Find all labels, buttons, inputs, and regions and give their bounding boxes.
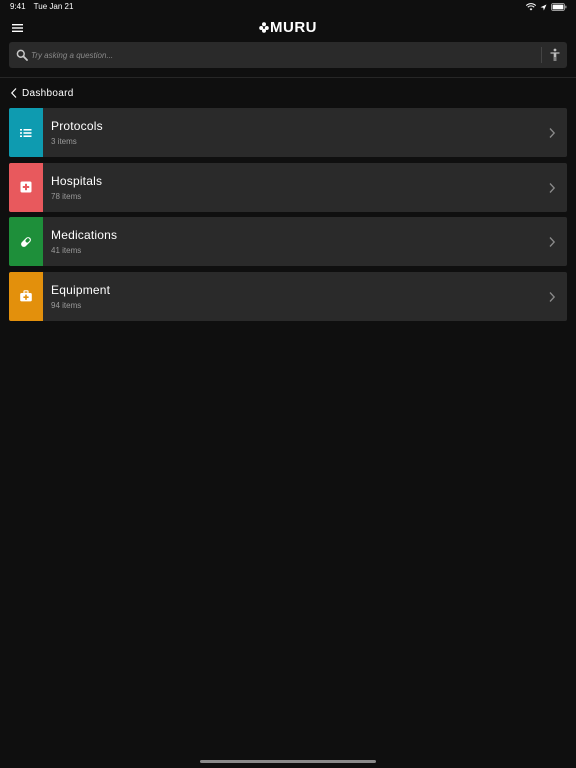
body-map-button[interactable] xyxy=(548,48,562,62)
category-title: Hospitals xyxy=(51,173,103,188)
pill-icon xyxy=(21,236,31,247)
search-icon xyxy=(16,49,28,61)
category-item-medications[interactable]: Medications 41 items xyxy=(9,217,567,266)
status-date: Tue Jan 21 xyxy=(33,2,74,11)
status-indicators xyxy=(522,2,567,12)
category-item-equipment[interactable]: Equipment 94 items xyxy=(9,271,567,321)
category-icon-box xyxy=(9,108,43,157)
logo-text: MURU xyxy=(270,19,317,36)
medical-bag-icon xyxy=(20,290,32,302)
chevron-right-icon xyxy=(549,237,556,247)
logo-cross-icon xyxy=(259,22,269,33)
human-figure-icon xyxy=(550,48,560,61)
category-icon-box xyxy=(9,271,43,321)
breadcrumb-back[interactable]: Dashboard xyxy=(10,86,74,100)
chevron-left-icon xyxy=(10,88,17,98)
status-bar: 9:41 Tue Jan 21 xyxy=(0,0,576,14)
app-header: MURU xyxy=(0,18,576,38)
category-count: 94 items xyxy=(51,300,82,310)
hospital-cross-icon xyxy=(20,181,32,193)
category-icon-box xyxy=(9,162,43,212)
category-item-hospitals[interactable]: Hospitals 78 items xyxy=(9,162,567,212)
category-item-protocols[interactable]: Protocols 3 items xyxy=(9,108,567,157)
status-time-date: 9:41 Tue Jan 21 xyxy=(10,2,79,11)
list-icon xyxy=(20,128,32,137)
category-count: 41 items xyxy=(51,246,82,255)
battery-icon xyxy=(551,3,567,11)
category-title: Equipment xyxy=(51,282,111,297)
search-divider xyxy=(541,47,542,63)
app-screen: 9:41 Tue Jan 21 MURU Try asking a questi… xyxy=(0,0,576,768)
home-indicator[interactable] xyxy=(200,760,376,763)
category-count: 3 items xyxy=(51,137,77,146)
breadcrumb-label: Dashboard xyxy=(22,87,74,99)
chevron-right-icon xyxy=(549,291,556,302)
wifi-icon xyxy=(526,3,536,11)
header-divider xyxy=(0,77,576,78)
category-title: Protocols xyxy=(51,119,103,133)
location-arrow-icon xyxy=(540,4,547,10)
category-list: Protocols 3 items Hospitals 78 items Med… xyxy=(9,108,567,326)
chevron-right-icon xyxy=(549,182,556,193)
app-logo: MURU xyxy=(0,19,576,36)
search-bar xyxy=(9,42,567,68)
category-icon-box xyxy=(9,217,43,266)
category-title: Medications xyxy=(51,228,118,242)
chevron-right-icon xyxy=(549,128,556,138)
search-input[interactable] xyxy=(31,42,541,68)
status-time: 9:41 xyxy=(10,2,26,11)
category-count: 78 items xyxy=(51,191,82,201)
